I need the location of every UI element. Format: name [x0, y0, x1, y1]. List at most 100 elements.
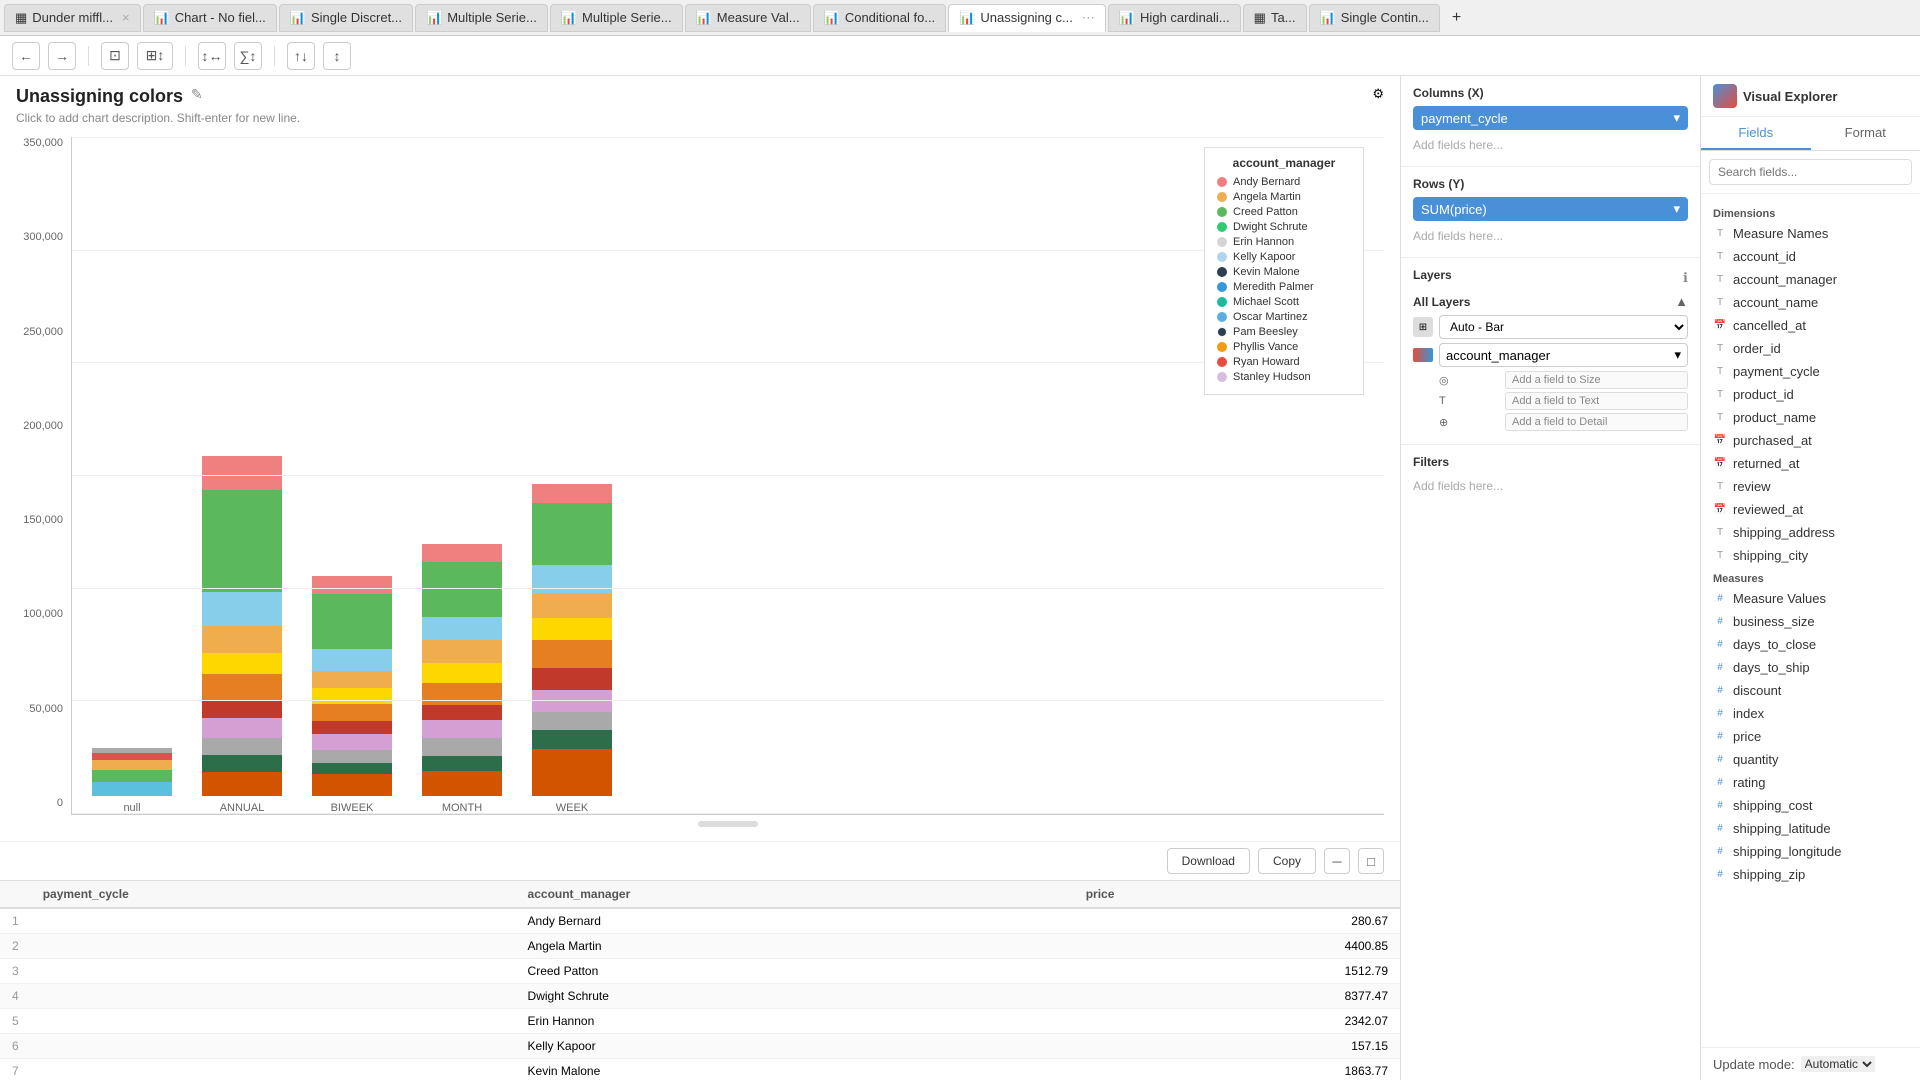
tab-chart-no-field[interactable]: 📊 Chart - No fiel... [143, 4, 277, 32]
dimension-field-item[interactable]: 📅 cancelled_at [1701, 314, 1920, 337]
col-header-price[interactable]: price [1074, 881, 1400, 908]
sort-asc-button[interactable]: ↑↓ [287, 42, 315, 70]
sum-button[interactable]: ∑↕ [234, 42, 262, 70]
measure-field-item[interactable]: # quantity [1701, 748, 1920, 771]
tab-single-discrete[interactable]: 📊 Single Discret... [279, 4, 413, 32]
stacked-bar-week[interactable] [532, 484, 612, 796]
layout-button[interactable]: ⊞↕ [137, 42, 173, 70]
back-button[interactable]: ← [12, 42, 40, 70]
chart-type-select[interactable]: Auto - Bar Bar Line Area [1439, 315, 1688, 339]
maximize-button[interactable]: □ [1358, 848, 1384, 874]
columns-add-field[interactable]: Add fields here... [1413, 134, 1688, 156]
field-name: quantity [1733, 752, 1779, 767]
detail-field-input[interactable]: Add a field to Detail [1505, 413, 1688, 431]
dimension-field-item[interactable]: T account_name [1701, 291, 1920, 314]
minimize-button[interactable]: ─ [1324, 848, 1350, 874]
dimension-field-item[interactable]: T account_id [1701, 245, 1920, 268]
download-button[interactable]: Download [1167, 848, 1250, 874]
ve-icon [1713, 84, 1737, 108]
tab-single-contin[interactable]: 📊 Single Contin... [1309, 4, 1440, 32]
tab-ta[interactable]: ▦ Ta... [1243, 4, 1307, 32]
dimension-field-item[interactable]: T Measure Names [1701, 222, 1920, 245]
layers-info-icon[interactable]: ℹ [1683, 270, 1688, 286]
detail-row: ⊕ Add a field to Detail [1413, 413, 1688, 431]
add-tab-button[interactable]: + [1442, 4, 1471, 32]
size-field-input[interactable]: Add a field to Size [1505, 371, 1688, 389]
dimension-field-item[interactable]: T order_id [1701, 337, 1920, 360]
grid-line-3 [72, 362, 1384, 363]
tab-multiple-series2[interactable]: 📊 Multiple Serie... [550, 4, 683, 32]
scrollbar-hint[interactable] [698, 821, 758, 827]
sort-desc-button[interactable]: ↕ [323, 42, 351, 70]
close-icon[interactable]: × [122, 10, 130, 25]
rows-field-pill[interactable]: SUM(price) ▾ [1413, 197, 1688, 221]
color-field-select[interactable]: account_manager ▾ [1439, 343, 1688, 367]
measure-field-item[interactable]: # days_to_ship [1701, 656, 1920, 679]
measure-field-item[interactable]: # rating [1701, 771, 1920, 794]
measure-field-item[interactable]: # business_size [1701, 610, 1920, 633]
dimension-field-item[interactable]: 📅 returned_at [1701, 452, 1920, 475]
grid-button[interactable]: ⊡ [101, 42, 129, 70]
measure-field-item[interactable]: # shipping_longitude [1701, 840, 1920, 863]
tab-unassigning[interactable]: 📊 Unassigning c... ⋯ [948, 4, 1106, 32]
col-header-account-manager[interactable]: account_manager [516, 881, 1074, 908]
forward-button[interactable]: → [48, 42, 76, 70]
stacked-bar-month[interactable] [422, 544, 502, 796]
color-dropdown-icon[interactable]: ▾ [1674, 347, 1681, 363]
columns-dropdown-icon[interactable]: ▾ [1673, 110, 1680, 126]
dimension-field-item[interactable]: T account_manager [1701, 268, 1920, 291]
search-input[interactable] [1709, 159, 1912, 185]
columns-field-pill[interactable]: payment_cycle ▾ [1413, 106, 1688, 130]
filters-add-field[interactable]: Add fields here... [1413, 475, 1688, 497]
update-mode-label: Update mode: [1713, 1057, 1795, 1072]
stacked-bar-biweek[interactable] [312, 576, 392, 796]
rows-dropdown-icon[interactable]: ▾ [1673, 201, 1680, 217]
settings-icon[interactable]: ⚙ [1372, 86, 1384, 102]
measure-field-item[interactable]: # shipping_latitude [1701, 817, 1920, 840]
tab-fields[interactable]: Fields [1701, 117, 1811, 150]
bar-segment [312, 649, 392, 671]
edit-icon[interactable]: ✎ [191, 86, 203, 103]
stacked-bar-null[interactable] [92, 748, 172, 796]
chart-description[interactable]: Click to add chart description. Shift-en… [0, 111, 1400, 129]
bar-segment [422, 683, 502, 706]
field-name: purchased_at [1733, 433, 1812, 448]
layers-collapse-button[interactable]: ▲ [1675, 294, 1688, 309]
bar-segment [312, 750, 392, 763]
measure-field-item[interactable]: # shipping_cost [1701, 794, 1920, 817]
dimension-field-item[interactable]: T shipping_address [1701, 521, 1920, 544]
copy-button[interactable]: Copy [1258, 848, 1316, 874]
dimension-field-item[interactable]: T product_name [1701, 406, 1920, 429]
tab-high-cardinali[interactable]: 📊 High cardinali... [1108, 4, 1241, 32]
measure-field-item[interactable]: # shipping_zip [1701, 863, 1920, 886]
measure-field-item[interactable]: # Measure Values [1701, 587, 1920, 610]
tab-conditional[interactable]: 📊 Conditional fo... [813, 4, 947, 32]
bar-segment [422, 544, 502, 562]
tab-format[interactable]: Format [1811, 117, 1920, 150]
measure-field-item[interactable]: # discount [1701, 679, 1920, 702]
bar-group-null: null [92, 748, 172, 814]
field-name: days_to_close [1733, 637, 1816, 652]
tab-multiple-series1[interactable]: 📊 Multiple Serie... [415, 4, 548, 32]
dimension-field-item[interactable]: T shipping_city [1701, 544, 1920, 567]
transpose-button[interactable]: ↕↔ [198, 42, 226, 70]
col-header-payment-cycle[interactable]: payment_cycle [31, 881, 516, 908]
rows-add-field[interactable]: Add fields here... [1413, 225, 1688, 247]
measure-field-item[interactable]: # days_to_close [1701, 633, 1920, 656]
bar-segment [202, 490, 282, 592]
tab-measure-val[interactable]: 📊 Measure Val... [685, 4, 811, 32]
cell-account-manager: Erin Hannon [516, 1009, 1074, 1034]
dimension-field-item[interactable]: T review [1701, 475, 1920, 498]
chart-icon3: 📊 [426, 10, 442, 26]
dimension-field-item[interactable]: 📅 purchased_at [1701, 429, 1920, 452]
stacked-bar-annual[interactable] [202, 456, 282, 796]
dimension-field-item[interactable]: 📅 reviewed_at [1701, 498, 1920, 521]
update-mode-select[interactable]: Automatic Manual [1801, 1056, 1875, 1072]
text-field-input[interactable]: Add a field to Text [1505, 392, 1688, 410]
measure-field-item[interactable]: # price [1701, 725, 1920, 748]
dimension-field-item[interactable]: T payment_cycle [1701, 360, 1920, 383]
tab-more-icon[interactable]: ⋯ [1082, 10, 1095, 26]
measure-field-item[interactable]: # index [1701, 702, 1920, 725]
tab-dunder[interactable]: ▦ Dunder miffl... × [4, 4, 141, 32]
dimension-field-item[interactable]: T product_id [1701, 383, 1920, 406]
